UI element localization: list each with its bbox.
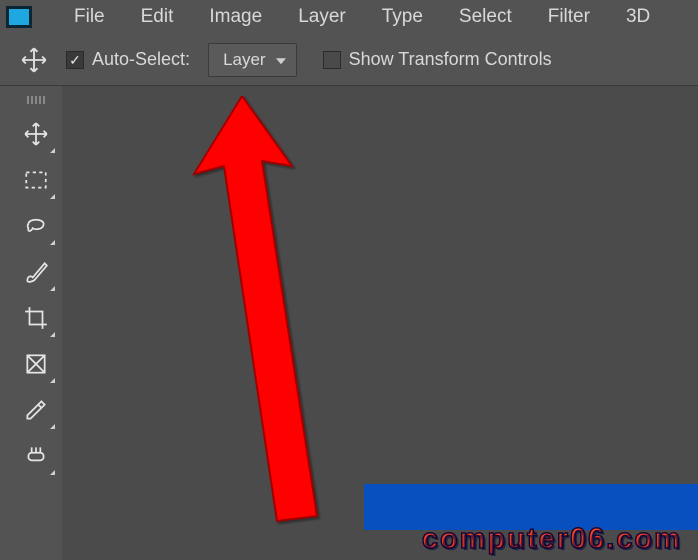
annotation-arrow-icon — [162, 96, 362, 536]
left-gutter — [0, 86, 10, 560]
show-transform-label: Show Transform Controls — [349, 49, 552, 70]
auto-select-dropdown[interactable]: Layer — [208, 43, 297, 77]
watermark-text: computer06.com — [422, 523, 682, 556]
menu-filter[interactable]: Filter — [530, 6, 608, 28]
menu-layer[interactable]: Layer — [280, 6, 364, 28]
eyedropper-tool[interactable] — [14, 388, 58, 432]
healing-brush-tool[interactable] — [14, 434, 58, 478]
auto-select-label: Auto-Select: — [92, 49, 190, 70]
brush-tool[interactable] — [14, 250, 58, 294]
menu-image[interactable]: Image — [191, 6, 280, 28]
menu-3d[interactable]: 3D — [608, 6, 668, 28]
show-transform-checkbox[interactable] — [323, 51, 341, 69]
menu-edit[interactable]: Edit — [123, 6, 192, 28]
move-tool-indicator-icon — [20, 46, 48, 74]
marquee-tool[interactable] — [14, 158, 58, 202]
auto-select-checkbox[interactable]: ✓ — [66, 51, 84, 69]
crop-tool[interactable] — [14, 296, 58, 340]
auto-select-dropdown-value: Layer — [223, 50, 266, 69]
canvas-area[interactable]: computer06.com — [62, 86, 698, 560]
tools-panel — [10, 86, 62, 560]
move-tool[interactable] — [14, 112, 58, 156]
frame-tool[interactable] — [14, 342, 58, 386]
lasso-tool[interactable] — [14, 204, 58, 248]
menu-select[interactable]: Select — [441, 6, 530, 28]
app-icon[interactable] — [6, 6, 32, 28]
menu-file[interactable]: File — [56, 6, 123, 28]
menubar: File Edit Image Layer Type Select Filter… — [0, 0, 698, 34]
auto-select-group: ✓ Auto-Select: — [66, 49, 190, 70]
show-transform-group: Show Transform Controls — [323, 49, 552, 70]
menu-type[interactable]: Type — [364, 6, 441, 28]
options-bar: ✓ Auto-Select: Layer Show Transform Cont… — [0, 34, 698, 86]
panel-grip[interactable] — [18, 94, 54, 106]
